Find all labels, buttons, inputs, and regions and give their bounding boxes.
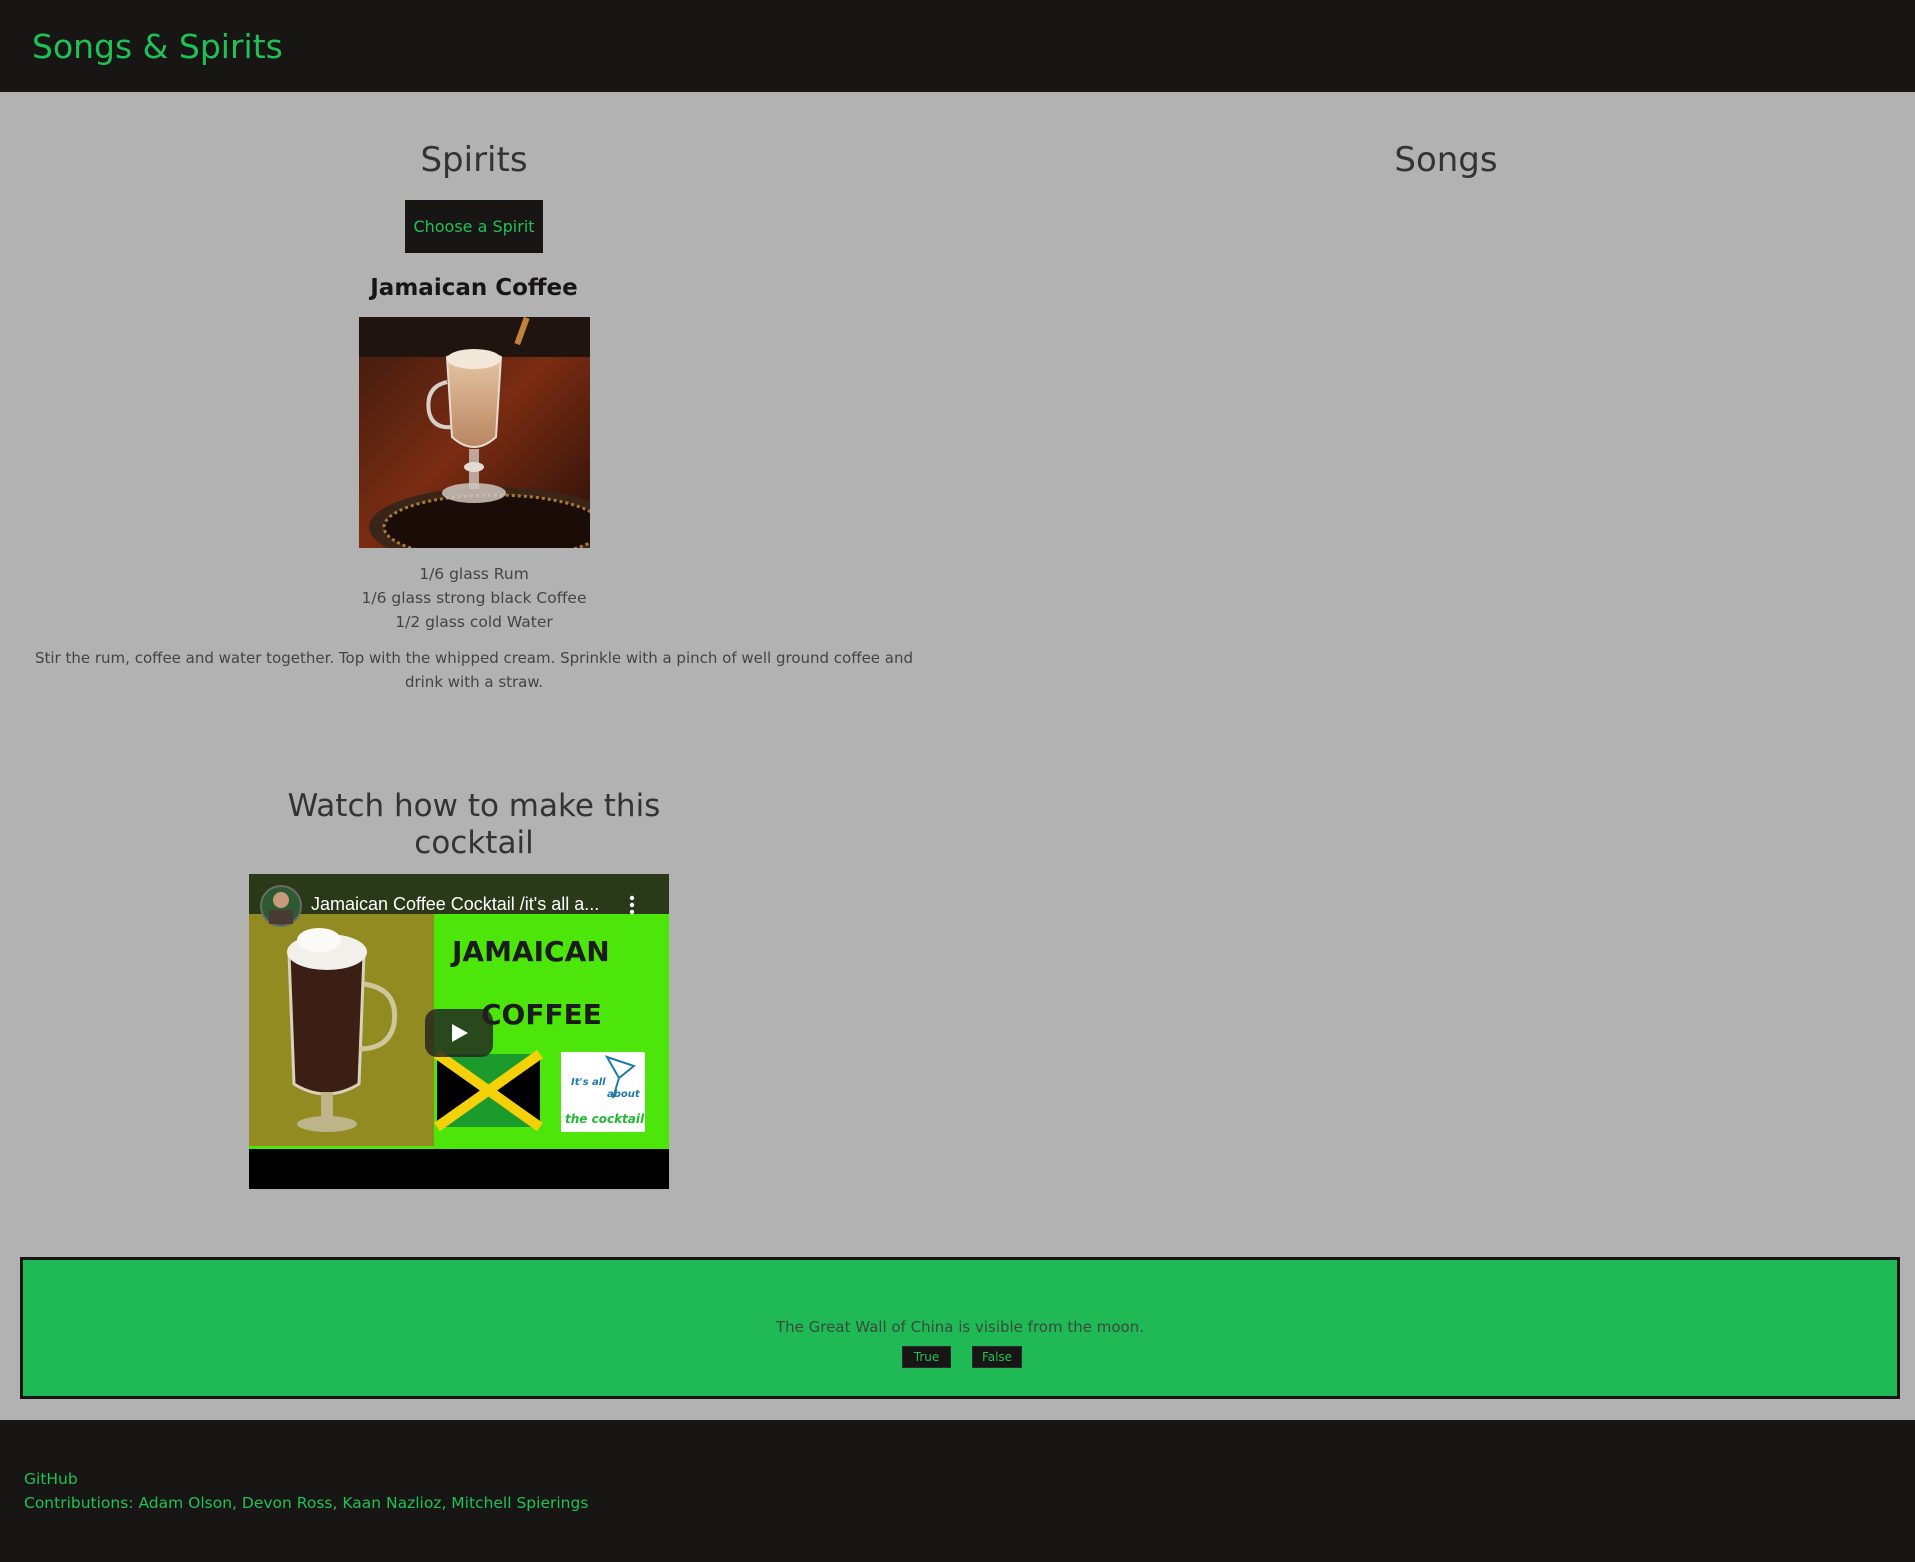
ingredient-item: 1/2 glass cold Water: [395, 613, 553, 631]
choose-spirit-button[interactable]: Choose a Spirit: [405, 200, 543, 253]
false-button[interactable]: False: [972, 1346, 1022, 1368]
more-options-icon[interactable]: [625, 894, 639, 916]
svg-text:COFFEE: COFFEE: [481, 998, 602, 1031]
github-link[interactable]: GitHub: [24, 1468, 78, 1490]
drink-name: Jamaican Coffee: [370, 275, 578, 301]
svg-text:about: about: [607, 1089, 641, 1100]
trivia-panel: The Great Wall of China is visible from …: [20, 1257, 1900, 1399]
ingredient-list: 1/6 glass Rum 1/6 glass strong black Cof…: [0, 562, 948, 634]
contributions-text: Contributions: Adam Olson, Devon Ross, K…: [24, 1494, 589, 1512]
youtube-video-embed[interactable]: It's all about the cocktail JAMAICAN COF…: [249, 874, 669, 1189]
page-footer: GitHub Contributions: Adam Olson, Devon …: [0, 1420, 1915, 1562]
svg-text:It's all: It's all: [571, 1077, 606, 1088]
svg-text:the cocktail: the cocktail: [565, 1112, 645, 1126]
ingredient-item: 1/6 glass Rum: [419, 565, 529, 583]
top-navbar: Songs & Spirits: [0, 0, 1915, 92]
video-title[interactable]: Jamaican Coffee Cocktail /it's all a...: [311, 894, 599, 915]
spirits-heading: Spirits: [420, 140, 528, 180]
songs-heading: Songs: [1394, 140, 1498, 180]
drink-image: [359, 317, 590, 548]
true-button[interactable]: True: [902, 1346, 951, 1368]
drink-instructions: Stir the rum, coffee and water together.…: [34, 649, 914, 691]
play-icon[interactable]: [425, 1009, 493, 1057]
brand-logo-link[interactable]: Songs & Spirits: [32, 27, 283, 67]
video-heading: Watch how to make this cocktail: [287, 788, 661, 861]
ingredient-item: 1/6 glass strong black Coffee: [361, 589, 587, 607]
svg-text:JAMAICAN: JAMAICAN: [450, 935, 610, 968]
trivia-question: The Great Wall of China is visible from …: [776, 1318, 1144, 1336]
